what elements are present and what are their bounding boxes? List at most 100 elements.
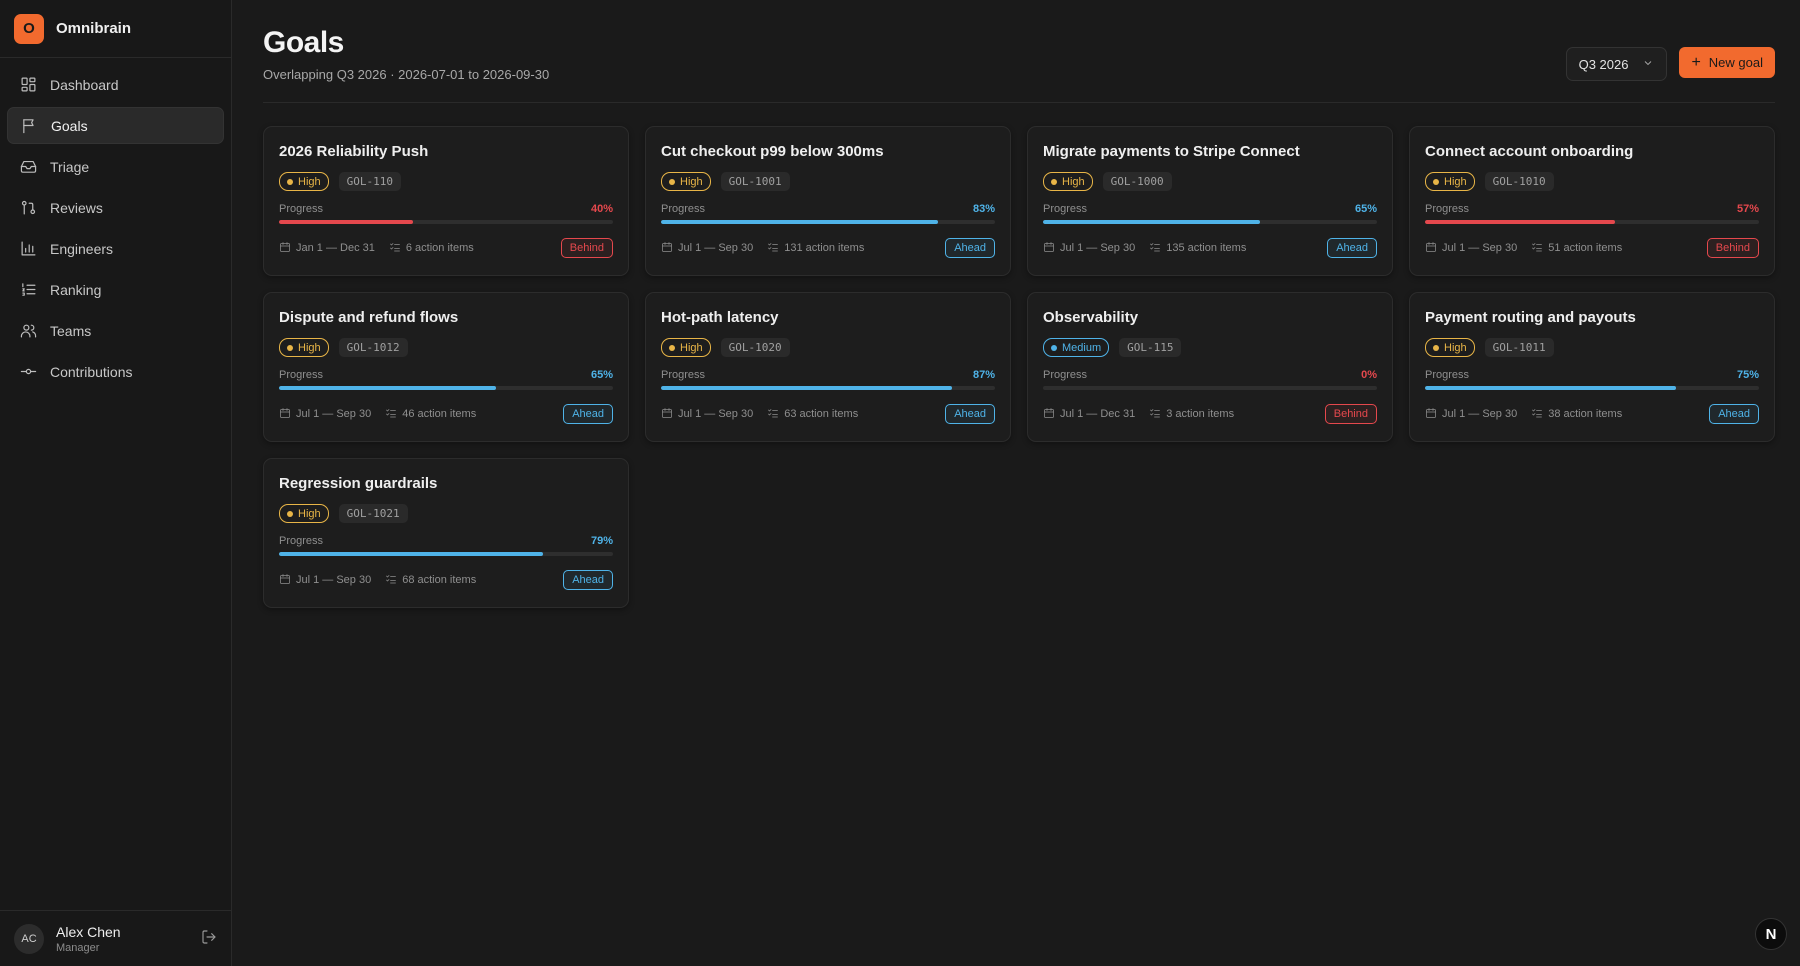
progress-bar: [1425, 220, 1759, 224]
goal-card[interactable]: Migrate payments to Stripe Connect High GO…: [1027, 126, 1393, 276]
new-goal-button[interactable]: + New goal: [1679, 47, 1775, 78]
calendar-icon: [279, 241, 291, 256]
calendar-icon: [1043, 241, 1055, 256]
main-content: Goals Overlapping Q3 2026 · 2026-07-01 t…: [232, 0, 1800, 966]
sidebar-item-teams[interactable]: Teams: [7, 312, 224, 349]
progress-label: Progress: [661, 369, 706, 381]
progress-label: Progress: [661, 203, 706, 215]
goal-id: GOL-1012: [338, 338, 408, 357]
brand[interactable]: O Omnibrain: [0, 0, 231, 58]
progress-label: Progress: [279, 369, 324, 381]
new-goal-label: New goal: [1708, 55, 1763, 70]
priority-label: High: [680, 175, 703, 188]
progress-percent: 79%: [590, 535, 613, 547]
checklist-icon: [1531, 241, 1543, 256]
sidebar-item-engineers[interactable]: Engineers: [7, 230, 224, 267]
status-badge: Behind: [560, 238, 613, 258]
progress-label: Progress: [1043, 203, 1088, 215]
progress-bar-fill: [279, 220, 413, 224]
status-badge: Ahead: [1327, 238, 1377, 258]
priority-badge: High: [1043, 172, 1093, 191]
brand-name: Omnibrain: [56, 20, 132, 37]
avatar[interactable]: AC: [14, 923, 44, 954]
priority-badge: High: [1425, 172, 1475, 191]
priority-label: High: [298, 175, 321, 188]
progress-percent: 40%: [590, 203, 613, 215]
priority-badge: High: [661, 338, 711, 357]
progress-bar: [279, 220, 613, 224]
goal-id: GOL-115: [1119, 338, 1182, 357]
git-pull-request-icon: [19, 199, 37, 217]
inbox-icon: [19, 158, 37, 176]
goal-id: GOL-1011: [1484, 338, 1554, 357]
goal-card[interactable]: Cut checkout p99 below 300ms High GOL-1001…: [645, 126, 1011, 276]
page-subtitle: Overlapping Q3 2026 · 2026-07-01 to 2026…: [263, 67, 550, 82]
priority-badge: High: [1425, 338, 1475, 357]
quarter-select[interactable]: Q3 2026: [1565, 47, 1668, 81]
goal-title: Payment routing and payouts: [1425, 309, 1636, 326]
priority-dot-icon: [1051, 178, 1057, 185]
sidebar-item-label: Goals: [51, 117, 88, 134]
goal-card[interactable]: 2026 Reliability Push High GOL-110 Progress…: [263, 126, 629, 276]
goal-card[interactable]: Payment routing and payouts High GOL-1011 P…: [1409, 292, 1775, 442]
progress-bar: [279, 552, 613, 556]
dashboard-icon: [19, 76, 37, 94]
goal-card[interactable]: Regression guardrails High GOL-1021 Progres…: [263, 458, 629, 608]
status-badge: Ahead: [1709, 404, 1759, 424]
progress-label: Progress: [1425, 203, 1470, 215]
progress-label: Progress: [279, 203, 324, 215]
checklist-icon: [385, 407, 397, 422]
status-badge: Behind: [1324, 404, 1377, 424]
sidebar-item-goals[interactable]: Goals: [7, 107, 224, 144]
priority-dot-icon: [287, 178, 293, 185]
action-items-count: 131 action items: [784, 242, 865, 254]
priority-badge: Medium: [1043, 338, 1110, 357]
checklist-icon: [389, 241, 401, 256]
sidebar: O Omnibrain Dashboard Goals Triage Revie…: [0, 0, 232, 966]
action-items-count: 38 action items: [1548, 408, 1623, 420]
priority-badge: High: [661, 172, 711, 191]
goal-dates: Jul 1 — Sep 30: [678, 408, 754, 420]
checklist-icon: [385, 573, 397, 588]
priority-dot-icon: [1433, 178, 1439, 185]
sidebar-item-triage[interactable]: Triage: [7, 148, 224, 185]
logout-button[interactable]: [201, 929, 217, 948]
goal-card[interactable]: Hot-path latency High GOL-1020 Progress 87% J…: [645, 292, 1011, 442]
goal-title: 2026 Reliability Push: [279, 143, 429, 160]
sidebar-item-dashboard[interactable]: Dashboard: [7, 66, 224, 103]
goal-card[interactable]: Observability Medium GOL-115 Progress 0% Jul …: [1027, 292, 1393, 442]
user-role: Manager: [56, 941, 100, 954]
action-items-count: 135 action items: [1166, 242, 1247, 254]
progress-percent: 75%: [1736, 369, 1759, 381]
priority-label: High: [298, 507, 321, 520]
priority-dot-icon: [287, 510, 293, 517]
sidebar-item-reviews[interactable]: Reviews: [7, 189, 224, 226]
priority-badge: High: [279, 172, 329, 191]
progress-bar-fill: [661, 386, 952, 390]
logout-icon: [201, 930, 217, 948]
goal-id: GOL-1001: [720, 172, 790, 191]
progress-percent: 0%: [1361, 369, 1377, 381]
sidebar-item-label: Triage: [50, 158, 90, 175]
goal-card[interactable]: Connect account onboarding High GOL-1010 Pr…: [1409, 126, 1775, 276]
goal-title: Cut checkout p99 below 300ms: [661, 143, 884, 160]
goal-dates: Jul 1 — Sep 30: [1442, 408, 1518, 420]
page-title: Goals: [263, 26, 344, 59]
priority-dot-icon: [287, 344, 293, 351]
action-items-count: 46 action items: [402, 408, 477, 420]
goal-card[interactable]: Dispute and refund flows High GOL-1012 Prog…: [263, 292, 629, 442]
progress-percent: 83%: [972, 203, 995, 215]
progress-percent: 87%: [972, 369, 995, 381]
framework-badge[interactable]: N: [1755, 918, 1787, 950]
goal-id: GOL-1021: [338, 504, 408, 523]
sidebar-item-ranking[interactable]: Ranking: [7, 271, 224, 308]
priority-dot-icon: [1051, 344, 1057, 351]
checklist-icon: [1149, 241, 1161, 256]
brand-logo: O: [14, 13, 44, 44]
sidebar-item-label: Dashboard: [50, 76, 119, 93]
goal-id: GOL-1010: [1484, 172, 1554, 191]
calendar-icon: [1425, 407, 1437, 422]
progress-bar: [661, 220, 995, 224]
sidebar-item-contributions[interactable]: Contributions: [7, 353, 224, 390]
progress-label: Progress: [1425, 369, 1470, 381]
